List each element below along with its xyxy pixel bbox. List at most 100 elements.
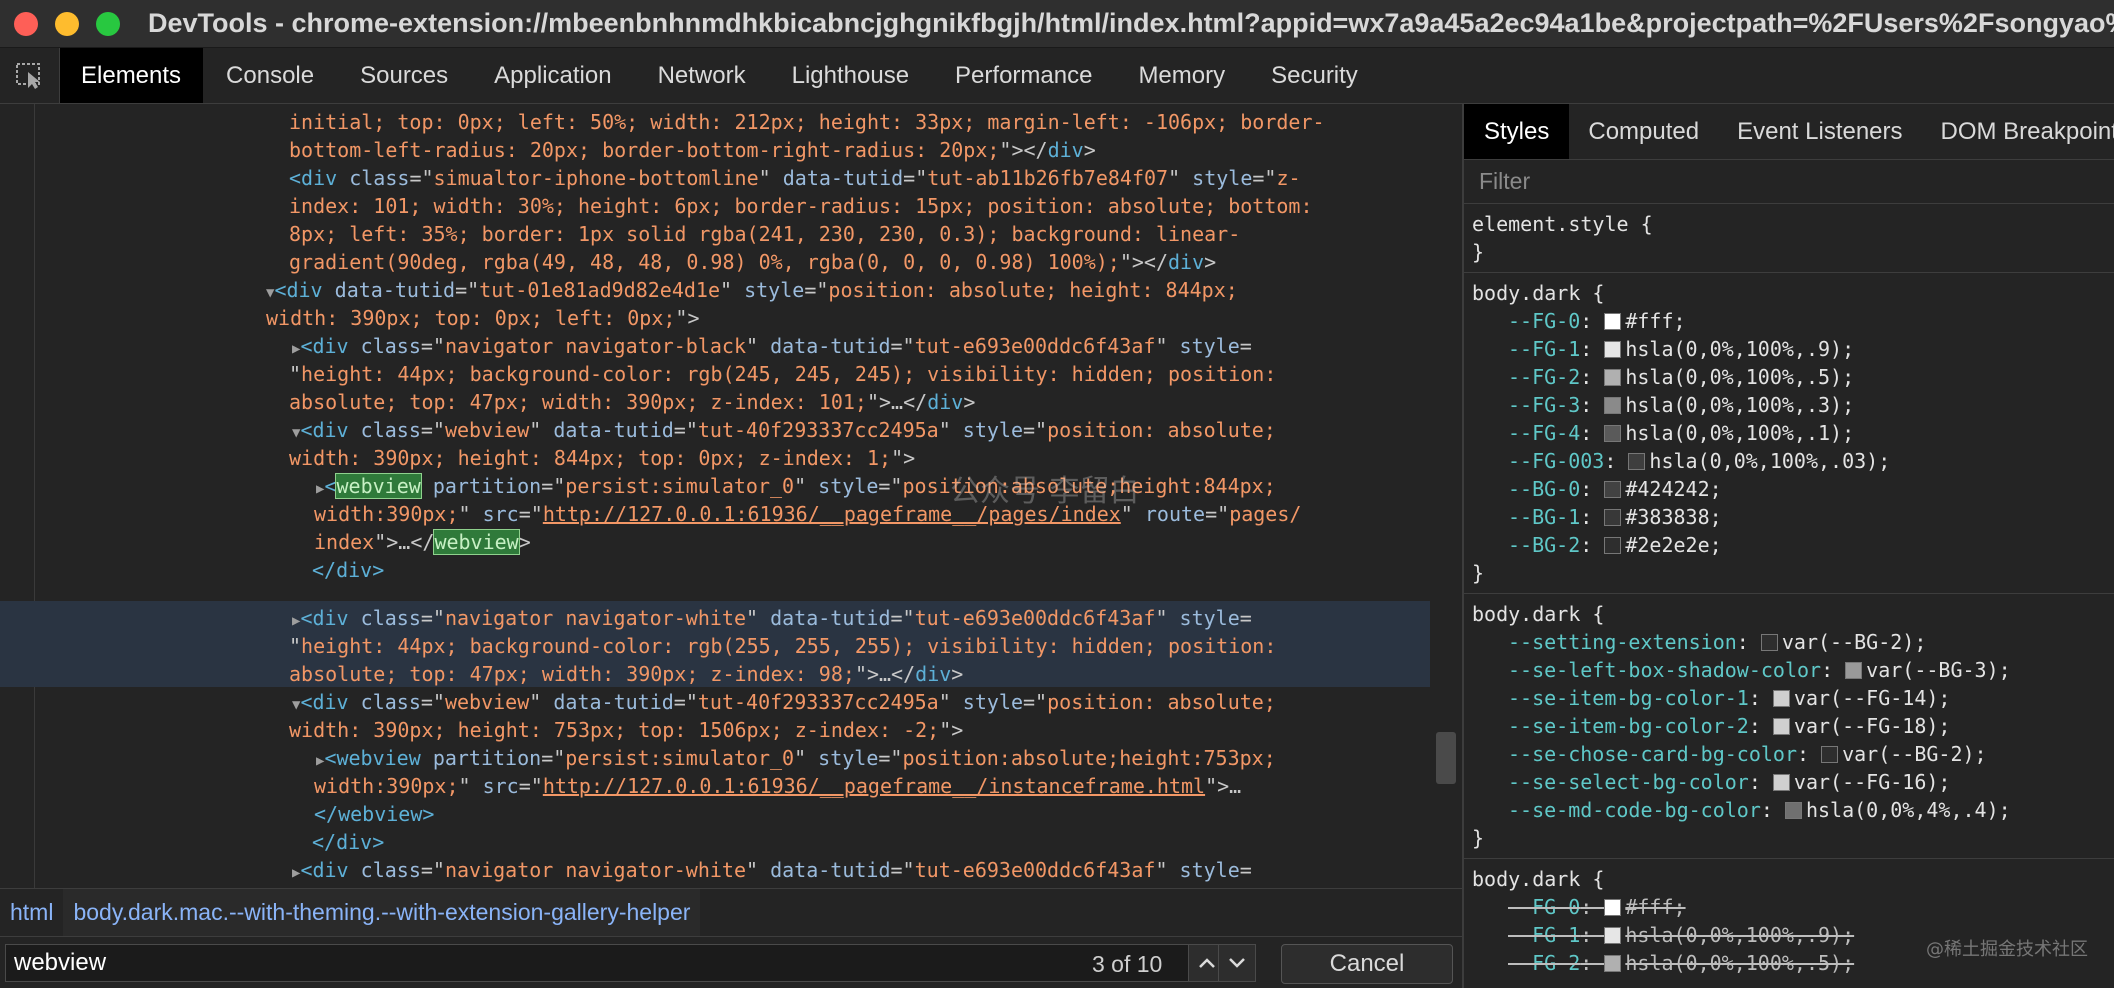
css-property-name[interactable]: --FG-003 bbox=[1508, 449, 1604, 473]
css-property-value[interactable]: #2e2e2e bbox=[1625, 533, 1709, 557]
css-property[interactable]: --FG-0: #fff; bbox=[1472, 307, 2114, 335]
css-property-name[interactable]: --se-md-code-bg-color bbox=[1508, 798, 1761, 822]
color-swatch-icon[interactable] bbox=[1604, 927, 1622, 944]
css-rule-3[interactable]: body.dark { --FG-0: #fff; --FG-1: hsla(0,… bbox=[1464, 859, 2114, 983]
color-swatch-icon[interactable] bbox=[1821, 746, 1839, 763]
dom-line[interactable]: "height: 44px; background-color: rgb(245… bbox=[289, 360, 1276, 388]
css-property-value[interactable]: hsla(0,0%,100%,.5); bbox=[1625, 951, 1854, 975]
color-swatch-icon[interactable] bbox=[1760, 634, 1778, 651]
css-property[interactable]: --BG-1: #383838; bbox=[1472, 503, 2114, 531]
css-property[interactable]: --se-item-bg-color-2: var(--FG-18); bbox=[1472, 712, 2114, 740]
css-property-name[interactable]: --se-select-bg-color bbox=[1508, 770, 1749, 794]
color-swatch-icon[interactable] bbox=[1604, 425, 1622, 442]
color-swatch-icon[interactable] bbox=[1772, 774, 1790, 791]
dom-line[interactable]: width:390px;" src="http://127.0.0.1:6193… bbox=[314, 772, 1241, 800]
dom-line[interactable]: absolute; top: 47px; width: 390px; z-ind… bbox=[289, 388, 975, 416]
dom-line[interactable]: ▼<div data-tutid="tut-01e81ad9d82e4d1e" … bbox=[266, 276, 1238, 304]
css-property-value[interactable]: hsla(0,0%,100%,.3) bbox=[1625, 393, 1842, 417]
css-property[interactable]: --FG-3: hsla(0,0%,100%,.3); bbox=[1472, 391, 2114, 419]
css-property-name[interactable]: --FG-3 bbox=[1508, 393, 1580, 417]
tab-computed[interactable]: Computed bbox=[1569, 104, 1718, 159]
css-property-name[interactable]: --FG-1 bbox=[1508, 337, 1580, 361]
css-property-value[interactable]: hsla(0,0%,100%,.9) bbox=[1625, 337, 1842, 361]
minimize-window-button[interactable] bbox=[55, 11, 79, 36]
css-property-name[interactable]: --BG-0 bbox=[1508, 477, 1580, 501]
instanceframe-src-link[interactable]: http://127.0.0.1:61936/__pageframe__/ins… bbox=[543, 774, 1205, 798]
css-property-name[interactable]: --se-left-box-shadow-color bbox=[1508, 658, 1821, 682]
dom-line[interactable]: <div class="simualtor-iphone-bottomline"… bbox=[289, 164, 1301, 192]
dom-line[interactable]: width: 390px; height: 753px; top: 1506px… bbox=[289, 716, 963, 744]
css-property-value[interactable]: var(--BG-2) bbox=[1842, 742, 1974, 766]
css-property-value[interactable]: var(--FG-14) bbox=[1794, 686, 1939, 710]
tab-lighthouse[interactable]: Lighthouse bbox=[769, 48, 932, 103]
color-swatch-icon[interactable] bbox=[1604, 369, 1622, 386]
css-property-name[interactable]: --setting-extension bbox=[1508, 630, 1737, 654]
elements-dom-tree[interactable]: initial; top: 0px; left: 50%; width: 212… bbox=[0, 104, 1462, 888]
dom-line[interactable]: index">…</webview> bbox=[314, 528, 531, 556]
css-property[interactable]: --FG-003: hsla(0,0%,100%,.03); bbox=[1472, 447, 2114, 475]
dom-line[interactable]: ▶<div class="navigator navigator-white" … bbox=[292, 604, 1252, 632]
tab-security[interactable]: Security bbox=[1248, 48, 1381, 103]
tab-styles[interactable]: Styles bbox=[1464, 104, 1570, 159]
css-property-name[interactable]: --BG-2 bbox=[1508, 533, 1580, 557]
css-property-value[interactable]: var(--FG-18) bbox=[1794, 714, 1939, 738]
css-property-name[interactable]: --se-item-bg-color-2 bbox=[1508, 714, 1749, 738]
tab-dom-breakpoints[interactable]: DOM Breakpoints bbox=[1922, 104, 2114, 159]
css-property[interactable]: --se-item-bg-color-1: var(--FG-14); bbox=[1472, 684, 2114, 712]
elements-scrollbar-thumb[interactable] bbox=[1436, 732, 1456, 784]
color-swatch-icon[interactable] bbox=[1604, 481, 1622, 498]
css-property[interactable]: --se-left-box-shadow-color: var(--BG-3); bbox=[1472, 656, 2114, 684]
dom-line[interactable]: ▼<div class="webview" data-tutid="tut-40… bbox=[292, 416, 1276, 444]
css-property-name[interactable]: --FG-0 bbox=[1508, 895, 1580, 919]
tab-elements[interactable]: Elements bbox=[60, 48, 204, 103]
color-swatch-icon[interactable] bbox=[1604, 537, 1622, 554]
css-property-value[interactable]: hsla(0,0%,4%,.4) bbox=[1806, 798, 1999, 822]
css-property-value[interactable]: #fff bbox=[1625, 309, 1673, 333]
color-swatch-icon[interactable] bbox=[1604, 397, 1622, 414]
css-property-value[interactable]: var(--FG-16) bbox=[1794, 770, 1939, 794]
css-property[interactable]: --se-select-bg-color: var(--FG-16); bbox=[1472, 768, 2114, 796]
color-swatch-icon[interactable] bbox=[1604, 313, 1622, 330]
inspect-element-button[interactable] bbox=[0, 48, 60, 103]
css-property-name[interactable]: --FG-2 bbox=[1508, 951, 1580, 975]
color-swatch-icon[interactable] bbox=[1604, 341, 1622, 358]
css-property-value[interactable]: #fff; bbox=[1625, 895, 1685, 919]
css-property-value[interactable]: var(--BG-3) bbox=[1866, 658, 1998, 682]
css-property-name[interactable]: --BG-1 bbox=[1508, 505, 1580, 529]
dom-line[interactable]: initial; top: 0px; left: 50%; width: 212… bbox=[289, 108, 1325, 136]
color-swatch-icon[interactable] bbox=[1628, 453, 1646, 470]
element-style-rule[interactable]: element.style { } bbox=[1464, 204, 2114, 273]
cancel-search-button[interactable]: Cancel bbox=[1281, 944, 1453, 984]
tab-event-listeners[interactable]: Event Listeners bbox=[1718, 104, 1921, 159]
tab-network[interactable]: Network bbox=[635, 48, 769, 103]
css-rule-2[interactable]: body.dark { --setting-extension: var(--B… bbox=[1464, 594, 2114, 859]
color-swatch-icon[interactable] bbox=[1845, 662, 1863, 679]
search-next-button[interactable] bbox=[1218, 944, 1256, 982]
dom-line[interactable]: width: 390px; top: 0px; left: 0px;"> bbox=[266, 304, 700, 332]
css-property[interactable]: --FG-0: #fff; bbox=[1472, 893, 2114, 921]
dom-line[interactable]: ▼<div class="webview" data-tutid="tut-40… bbox=[292, 688, 1276, 716]
color-swatch-icon[interactable] bbox=[1604, 899, 1622, 916]
dom-line[interactable]: index: 101; width: 30%; height: 6px; bor… bbox=[289, 192, 1313, 220]
css-property-name[interactable]: --FG-0 bbox=[1508, 309, 1580, 333]
css-property-value[interactable]: hsla(0,0%,100%,.9); bbox=[1625, 923, 1854, 947]
css-property[interactable]: --setting-extension: var(--BG-2); bbox=[1472, 628, 2114, 656]
dom-line[interactable]: gradient(90deg, rgba(49, 48, 48, 0.98) 0… bbox=[289, 248, 1216, 276]
css-property[interactable]: --FG-2: hsla(0,0%,100%,.5); bbox=[1472, 363, 2114, 391]
css-property[interactable]: --BG-2: #2e2e2e; bbox=[1472, 531, 2114, 559]
css-property-value[interactable]: var(--BG-2) bbox=[1782, 630, 1914, 654]
dom-line[interactable]: ▶<webview partition="persist:simulator_0… bbox=[316, 744, 1276, 772]
css-property[interactable]: --FG-1: hsla(0,0%,100%,.9); bbox=[1472, 335, 2114, 363]
close-window-button[interactable] bbox=[14, 11, 38, 36]
css-property-value[interactable]: hsla(0,0%,100%,.5) bbox=[1625, 365, 1842, 389]
dom-line[interactable]: </div> bbox=[312, 556, 384, 584]
dom-line[interactable]: absolute; top: 47px; width: 390px; z-ind… bbox=[289, 660, 963, 688]
color-swatch-icon[interactable] bbox=[1784, 802, 1802, 819]
color-swatch-icon[interactable] bbox=[1772, 718, 1790, 735]
dom-line[interactable]: ▶<div class="navigator navigator-white" … bbox=[292, 856, 1252, 884]
color-swatch-icon[interactable] bbox=[1604, 509, 1622, 526]
css-property[interactable]: --se-chose-card-bg-color: var(--BG-2); bbox=[1472, 740, 2114, 768]
dom-line[interactable]: </webview> bbox=[314, 800, 434, 828]
css-rule-1[interactable]: body.dark { --FG-0: #fff; --FG-1: hsla(0,… bbox=[1464, 273, 2114, 594]
dom-line[interactable]: bottom-left-radius: 20px; border-bottom-… bbox=[289, 136, 1096, 164]
